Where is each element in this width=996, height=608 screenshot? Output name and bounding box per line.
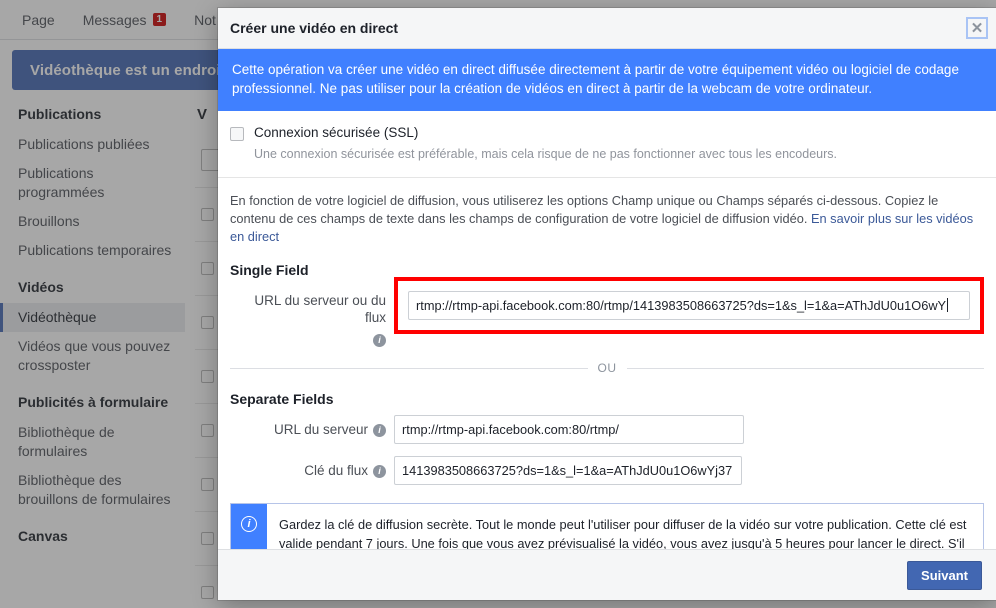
single-field-highlight: rtmp://rtmp-api.facebook.com:80/rtmp/141… bbox=[394, 277, 984, 334]
stream-key-label-group: Clé du flux i bbox=[230, 456, 394, 479]
stream-key-row: Clé du flux i 1413983508663725?ds=1&s_l=… bbox=[218, 444, 996, 485]
info-icon: i bbox=[241, 516, 257, 532]
separate-fields-section-title: Separate Fields bbox=[230, 391, 334, 407]
ssl-label: Connexion sécurisée (SSL) bbox=[254, 125, 419, 140]
info-icon[interactable]: i bbox=[373, 424, 386, 437]
server-url-label: URL du serveur bbox=[273, 422, 368, 437]
ssl-checkbox-row[interactable]: Connexion sécurisée (SSL) bbox=[230, 125, 982, 141]
ssl-description: Une connexion sécurisée est préférable, … bbox=[254, 147, 837, 161]
divider-line-right bbox=[626, 367, 984, 369]
dialog-body: Connexion sécurisée (SSL) Une connexion … bbox=[218, 111, 996, 549]
server-url-row: URL du serveur i rtmp://rtmp-api.faceboo… bbox=[218, 407, 996, 444]
info-box-accent: i bbox=[231, 504, 267, 549]
screen: Page Messages 1 Not Vidéothèque est un e… bbox=[0, 0, 996, 608]
ssl-checkbox[interactable] bbox=[230, 127, 244, 141]
stream-key-input[interactable]: 1413983508663725?ds=1&s_l=1&a=AThJdU0u1O… bbox=[394, 456, 742, 485]
create-live-video-dialog: Créer une vidéo en direct ✕ Cette opérat… bbox=[218, 8, 996, 600]
stream-url-input[interactable]: rtmp://rtmp-api.facebook.com:80/rtmp/141… bbox=[408, 291, 970, 320]
single-field-section-title: Single Field bbox=[230, 262, 309, 278]
or-label: OU bbox=[597, 361, 617, 375]
dialog-title: Créer une vidéo en direct bbox=[230, 20, 399, 36]
notice-banner-text: Cette opération va créer une vidéo en di… bbox=[232, 62, 959, 96]
stream-key-label: Clé du flux bbox=[304, 463, 368, 478]
dialog-footer: Suivant bbox=[218, 549, 996, 600]
notice-banner: Cette opération va créer une vidéo en di… bbox=[218, 49, 996, 111]
next-button[interactable]: Suivant bbox=[907, 560, 982, 590]
single-field-label-group: URL du serveur ou du flux i bbox=[230, 286, 394, 347]
or-divider: OU bbox=[218, 347, 996, 375]
ssl-section: Connexion sécurisée (SSL) Une connexion … bbox=[218, 111, 996, 178]
info-icon[interactable]: i bbox=[373, 465, 386, 478]
server-url-label-group: URL du serveur i bbox=[230, 415, 394, 438]
divider-line-left bbox=[230, 367, 588, 369]
single-field-row: URL du serveur ou du flux i rtmp://rtmp-… bbox=[218, 277, 996, 347]
single-field-label: URL du serveur ou du flux bbox=[254, 293, 386, 325]
stream-key-warning-box: i Gardez la clé de diffusion secrète. To… bbox=[230, 503, 984, 549]
intro-text: En fonction de votre logiciel de diffusi… bbox=[218, 178, 996, 246]
stream-key-warning-text: Gardez la clé de diffusion secrète. Tout… bbox=[279, 517, 967, 549]
server-url-input[interactable]: rtmp://rtmp-api.facebook.com:80/rtmp/ bbox=[394, 415, 744, 444]
dialog-header: Créer une vidéo en direct ✕ bbox=[218, 8, 996, 49]
close-icon[interactable]: ✕ bbox=[966, 17, 988, 39]
info-icon[interactable]: i bbox=[373, 334, 386, 347]
